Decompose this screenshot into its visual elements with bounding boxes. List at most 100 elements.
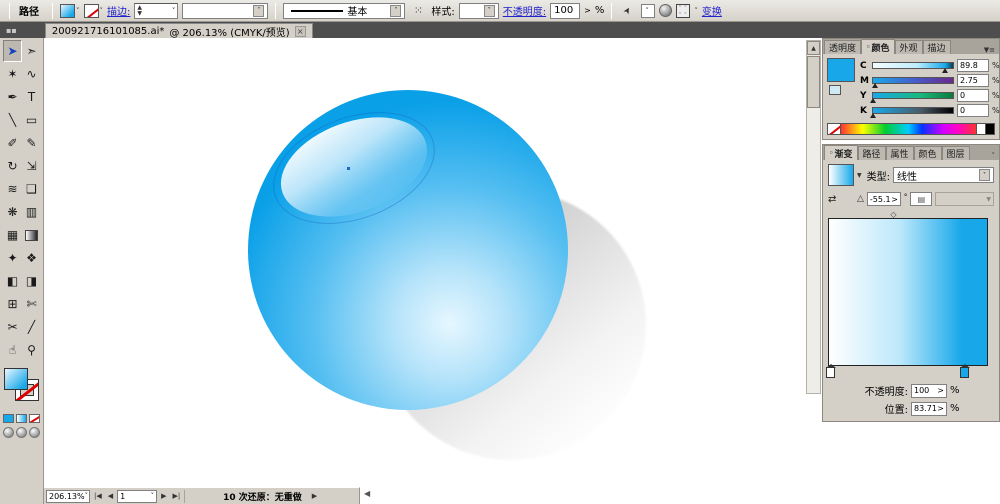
gradient-preview[interactable]: [828, 218, 988, 366]
selection-tool[interactable]: ➤: [3, 40, 22, 62]
none-color-swatch[interactable]: [827, 123, 841, 135]
type-tool[interactable]: T: [22, 86, 41, 108]
vertical-scrollbar[interactable]: ▲: [806, 40, 821, 394]
stepper-icon[interactable]: >: [584, 6, 591, 15]
scissors-tool[interactable]: ✂: [3, 316, 22, 338]
pen-tool[interactable]: ✒: [3, 86, 22, 108]
channel-slider[interactable]: [872, 77, 954, 88]
panel-menu-icon[interactable]: ˅: [988, 152, 1000, 160]
channel-slider[interactable]: [870, 107, 954, 118]
brush-dropdown[interactable]: 基本 ˅: [283, 2, 406, 19]
select-similar-icon[interactable]: ➤: [617, 0, 640, 22]
black-swatch[interactable]: [986, 123, 995, 135]
opacity-link[interactable]: 不透明度:: [503, 3, 546, 18]
line-segment-tool[interactable]: ╲: [3, 109, 22, 131]
slider-marker[interactable]: [941, 68, 948, 73]
document-tab[interactable]: 200921716101085.ai* @ 206.13% (CMYK/预览) …: [44, 23, 313, 39]
stepper-icon[interactable]: >: [891, 195, 898, 204]
lasso-tool[interactable]: ∿: [22, 63, 41, 85]
anchor-point[interactable]: [347, 167, 350, 170]
slider-marker[interactable]: [872, 83, 879, 88]
eyedropper-tool[interactable]: ✦: [3, 247, 22, 269]
rotate-tool[interactable]: ↻: [3, 155, 22, 177]
normal-screen-mode-button[interactable]: [3, 427, 14, 438]
chevron-down-icon[interactable]: ▼: [857, 172, 862, 179]
live-paint-selection-tool[interactable]: ◨: [22, 270, 41, 292]
panel-menu-icon[interactable]: ▼≡: [980, 46, 999, 54]
pencil-tool[interactable]: ✎: [22, 132, 41, 154]
style-dropdown[interactable]: ˅: [458, 2, 499, 19]
close-tab-icon[interactable]: ×: [294, 25, 306, 37]
channel-value-input[interactable]: 0: [957, 89, 989, 102]
color-spectrum-bar[interactable]: [841, 123, 977, 135]
gradient-position-input[interactable]: 83.71 >: [911, 401, 947, 416]
direct-selection-tool[interactable]: ➣: [22, 40, 41, 62]
scale-tool[interactable]: ⇲: [22, 155, 41, 177]
status-field[interactable]: 10 次还原：无重做 ▶: [184, 489, 357, 503]
recolor-artwork-icon[interactable]: [659, 4, 673, 17]
hscroll-left-icon[interactable]: ◀: [364, 489, 370, 498]
none-mode-button[interactable]: [29, 414, 40, 423]
stroke-link[interactable]: 描边:: [107, 3, 130, 18]
live-paint-bucket-tool[interactable]: ◧: [3, 270, 22, 292]
white-swatch[interactable]: [977, 123, 986, 135]
tab-appearance[interactable]: 外观: [894, 40, 923, 54]
reference-point-icon[interactable]: [676, 3, 691, 18]
hand-tool[interactable]: ☝: [3, 339, 22, 361]
panel-stroke-swatch[interactable]: [829, 85, 841, 95]
channel-slider[interactable]: [872, 62, 954, 73]
crop-area-tool[interactable]: ⊞: [3, 293, 22, 315]
vertical-scroll-thumb[interactable]: [807, 56, 820, 108]
prev-page-button[interactable]: ◀: [106, 492, 115, 500]
stroke-color-dropdown[interactable]: ˅: [83, 3, 103, 18]
gradient-type-dropdown[interactable]: 线性 ˅: [893, 167, 994, 183]
zoom-level-dropdown[interactable]: 206.13% ˅: [46, 489, 90, 503]
reverse-gradient-icon[interactable]: ⇄: [828, 194, 848, 205]
next-page-button[interactable]: ▶: [159, 492, 168, 500]
blend-tool[interactable]: ❖: [22, 247, 41, 269]
paintbrush-tool[interactable]: ✐: [3, 132, 22, 154]
channel-value-input[interactable]: 0: [957, 104, 989, 117]
slider-marker[interactable]: [870, 98, 876, 103]
stroke-weight-stepper[interactable]: ▲ ▼ ˅: [134, 2, 179, 19]
tab-gradient[interactable]: ◦ 渐变: [824, 145, 858, 160]
gradient-tool[interactable]: [22, 224, 41, 246]
gradient-ramp-icon[interactable]: ▤: [910, 192, 933, 206]
midpoint-diamond-icon[interactable]: ◇: [890, 210, 896, 219]
tab-layers[interactable]: 图层: [941, 146, 970, 160]
spinner-icon[interactable]: ▲ ▼: [137, 4, 142, 17]
gradient-angle-input[interactable]: -55.1 >: [866, 192, 901, 206]
gradient-stop-white[interactable]: [826, 364, 836, 378]
tab-pathfinder[interactable]: 路径: [857, 146, 886, 160]
first-page-button[interactable]: |◀: [92, 492, 104, 500]
tab-color[interactable]: ◦ 颜色: [861, 39, 895, 54]
mesh-tool[interactable]: ▦: [3, 224, 22, 246]
slice-tool[interactable]: ✄: [22, 293, 41, 315]
gradient-thumbnail[interactable]: [828, 164, 854, 186]
gradient-opacity-input[interactable]: 100 >: [911, 383, 947, 398]
chevron-down-icon[interactable]: ˅: [172, 7, 176, 15]
select-similar-options-dropdown[interactable]: ˅: [641, 3, 656, 18]
panel-fill-swatch[interactable]: [827, 58, 855, 82]
symbol-sprayer-tool[interactable]: ❋: [3, 201, 22, 223]
gradient-mode-button[interactable]: [16, 414, 27, 423]
slider-marker[interactable]: [870, 113, 876, 118]
stepper-icon[interactable]: >: [937, 386, 944, 395]
warp-tool[interactable]: ≋: [3, 178, 22, 200]
channel-slider[interactable]: [870, 92, 954, 103]
magic-wand-tool[interactable]: ✶: [3, 63, 22, 85]
color-mode-button[interactable]: [3, 414, 14, 423]
free-transform-tool[interactable]: ❑: [22, 178, 41, 200]
last-page-button[interactable]: ▶|: [171, 492, 183, 500]
channel-value-input[interactable]: 2.75: [957, 74, 989, 87]
channel-value-input[interactable]: 89.8: [957, 59, 989, 72]
tab-stroke[interactable]: 描边: [922, 40, 951, 54]
chevron-down-icon[interactable]: ˅: [694, 7, 698, 15]
knife-tool[interactable]: ╱: [22, 316, 41, 338]
status-menu-icon[interactable]: ▶: [310, 492, 319, 500]
variable-width-dropdown[interactable]: ˅: [182, 2, 269, 19]
fill-color-swatch[interactable]: [4, 368, 28, 390]
page-number-dropdown[interactable]: 1 ˅: [117, 489, 158, 503]
scroll-up-icon[interactable]: ▲: [807, 41, 820, 55]
full-screen-mode-button[interactable]: [29, 427, 40, 438]
